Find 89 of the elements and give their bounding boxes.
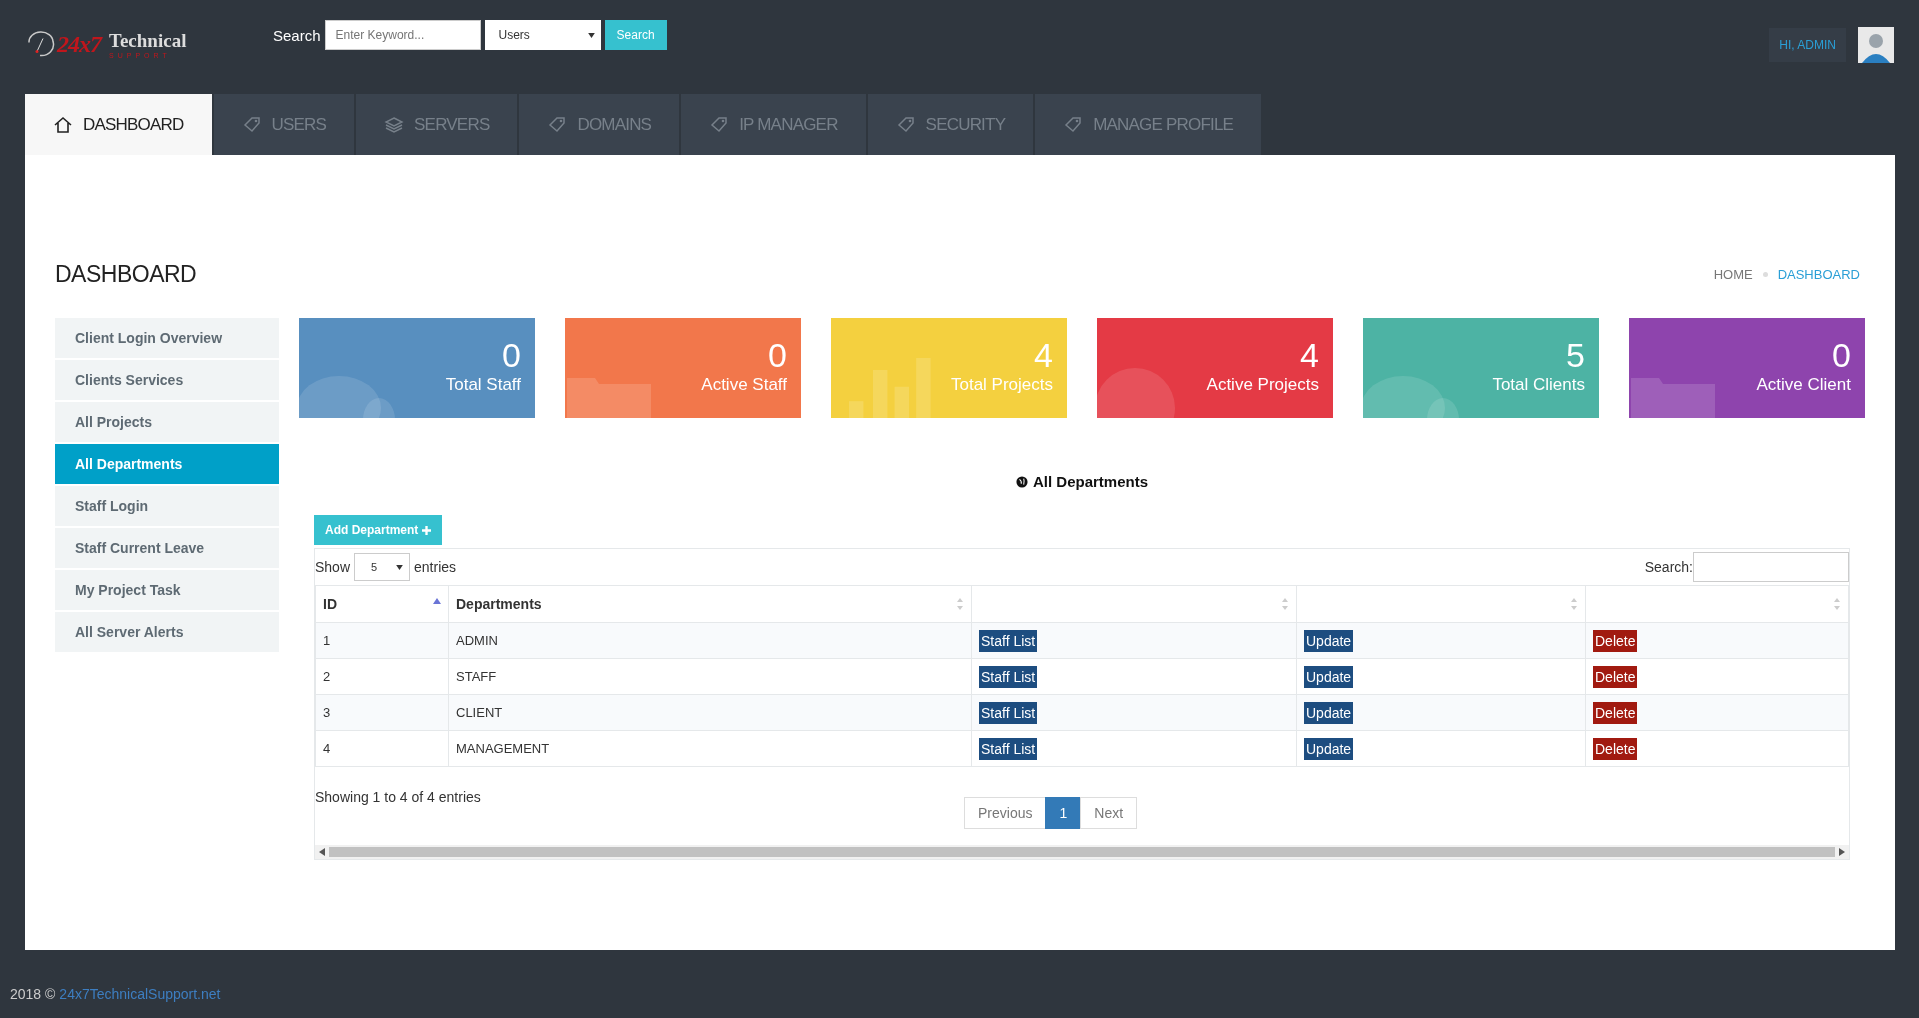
- tag-icon: [895, 114, 916, 135]
- delete-button[interactable]: Delete: [1593, 629, 1638, 652]
- caret-icon: [396, 564, 404, 570]
- search-label: Search: [273, 26, 321, 44]
- stat-label: Total Clients: [1492, 375, 1585, 395]
- stat-label: Active Staff: [701, 375, 787, 395]
- tag-icon: [709, 114, 730, 135]
- table-cell: 3: [323, 705, 331, 720]
- column-header[interactable]: Departments: [456, 596, 542, 612]
- delete-button[interactable]: Delete: [1593, 665, 1638, 688]
- column-header[interactable]: ID: [323, 596, 337, 612]
- stat-value: 4: [1034, 338, 1053, 372]
- table-info: Showing 1 to 4 of 4 entries: [315, 789, 481, 805]
- scroll-left-icon[interactable]: [319, 848, 325, 856]
- stat-value: 0: [502, 338, 521, 372]
- plus-icon: [422, 525, 432, 535]
- tag-icon: [547, 114, 568, 135]
- stat-card[interactable]: 0 Active Staff: [565, 318, 801, 418]
- tag-icon: [241, 114, 262, 135]
- scroll-right-icon[interactable]: [1839, 848, 1845, 856]
- keyword-field[interactable]: Enter Keyword...: [324, 20, 481, 50]
- logo-name: Technical: [109, 29, 187, 52]
- table-cell: CLIENT: [456, 705, 503, 720]
- stat-value: 5: [1566, 338, 1585, 372]
- delete-button[interactable]: Delete: [1593, 737, 1638, 760]
- stat-card[interactable]: 0 Active Client: [1629, 318, 1865, 418]
- table-search-field[interactable]: [1693, 552, 1849, 582]
- clock-ring-icon: [25, 31, 55, 57]
- breadcrumb-separator-icon: [1762, 272, 1768, 277]
- table-cell: 2: [323, 669, 331, 684]
- logo-mark: 24x7: [57, 30, 101, 58]
- staff-list-button[interactable]: Staff List: [979, 701, 1038, 724]
- sidebar-item[interactable]: All Projects: [55, 402, 279, 442]
- delete-button[interactable]: Delete: [1593, 701, 1638, 724]
- stat-card[interactable]: 5 Total Clients: [1363, 318, 1599, 418]
- section-title: All Departments: [1033, 473, 1148, 490]
- layers-icon: [384, 114, 405, 135]
- horizontal-scrollbar[interactable]: [315, 845, 1849, 859]
- update-button[interactable]: Update: [1304, 737, 1354, 760]
- stat-value: 4: [1300, 338, 1319, 372]
- sort-icon[interactable]: [1281, 597, 1289, 611]
- home-icon: [53, 114, 73, 135]
- nav-tab[interactable]: DASHBOARD: [25, 94, 212, 155]
- staff-list-button[interactable]: Staff List: [979, 737, 1038, 760]
- entries-label: entries: [414, 559, 457, 575]
- breadcrumb-link[interactable]: HOME: [1713, 267, 1753, 282]
- stat-label: Total Projects: [950, 375, 1053, 395]
- update-button[interactable]: Update: [1304, 665, 1354, 688]
- tag-icon: [1063, 114, 1084, 135]
- pagination-button[interactable]: Next: [1080, 797, 1138, 829]
- table-cell: 4: [323, 741, 331, 756]
- table-cell: ADMIN: [456, 633, 498, 648]
- pagination-button[interactable]: 1: [1045, 797, 1082, 829]
- stat-value: 0: [1832, 338, 1851, 372]
- table-cell: MANAGEMENT: [456, 741, 550, 756]
- sort-icon[interactable]: [956, 597, 964, 611]
- avatar-icon[interactable]: [1858, 27, 1894, 63]
- update-button[interactable]: Update: [1304, 629, 1354, 652]
- breadcrumb-link[interactable]: DASHBOARD: [1777, 267, 1860, 282]
- show-label: Show: [315, 559, 351, 575]
- sidebar-item[interactable]: All Server Alerts: [55, 612, 279, 652]
- stat-card[interactable]: 4 Active Projects: [1097, 318, 1333, 418]
- sidebar-item[interactable]: Client Login Overview: [55, 318, 279, 358]
- page-title: DASHBOARD: [55, 261, 197, 288]
- table-cell: 1: [323, 633, 331, 648]
- stat-label: Total Staff: [445, 375, 521, 395]
- copyright-text: 2018 ©: [10, 986, 56, 1002]
- sidebar-item[interactable]: All Departments: [55, 444, 279, 484]
- sidebar-item[interactable]: Staff Login: [55, 486, 279, 526]
- staff-list-button[interactable]: Staff List: [979, 629, 1038, 652]
- sidebar-item[interactable]: Staff Current Leave: [55, 528, 279, 568]
- scope-dropdown[interactable]: Users: [484, 20, 601, 50]
- stat-card[interactable]: 0 Total Staff: [299, 318, 535, 418]
- table-cell: STAFF: [456, 669, 497, 684]
- table-search-label: Search:: [1644, 559, 1693, 575]
- stat-label: Active Client: [1756, 375, 1851, 395]
- footer-link[interactable]: 24x7TechnicalSupport.net: [59, 986, 221, 1002]
- update-button[interactable]: Update: [1304, 701, 1354, 724]
- globe-icon: [1016, 475, 1028, 488]
- user-greeting[interactable]: HI, ADMIN: [1769, 28, 1846, 62]
- sidebar-item[interactable]: Clients Services: [55, 360, 279, 400]
- sidebar-item[interactable]: My Project Task: [55, 570, 279, 610]
- staff-list-button[interactable]: Staff List: [979, 665, 1038, 688]
- caret-icon: [587, 32, 595, 38]
- sort-icon[interactable]: [1570, 597, 1578, 611]
- page-size-dropdown[interactable]: 5: [354, 553, 411, 581]
- stat-value: 0: [768, 338, 787, 372]
- sort-icon[interactable]: [1833, 597, 1841, 611]
- stat-label: Active Projects: [1206, 375, 1319, 395]
